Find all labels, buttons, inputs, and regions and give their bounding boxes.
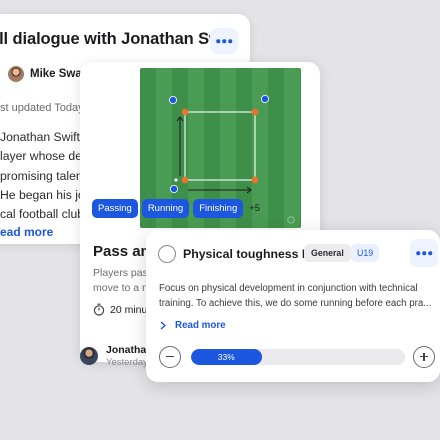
progress-label: 33% xyxy=(217,352,235,362)
more-tags-count[interactable]: +5 xyxy=(249,203,260,214)
cone-marker xyxy=(181,176,189,184)
card-description: Focus on physical development in conjunc… xyxy=(159,282,437,311)
duration-row: 20 minu xyxy=(93,303,147,316)
category-badge: General xyxy=(304,244,351,262)
card-title: all dialogue with Jonathan Swift xyxy=(0,30,238,48)
duration-text: 20 minu xyxy=(110,303,148,316)
player-marker xyxy=(168,95,177,104)
more-options-button[interactable] xyxy=(410,239,438,267)
avatar xyxy=(80,347,98,365)
complete-checkbox[interactable] xyxy=(158,245,176,263)
more-options-button[interactable] xyxy=(210,28,238,54)
cone-marker xyxy=(251,108,259,116)
stopwatch-icon xyxy=(93,303,105,316)
card-title: Physical toughness II xyxy=(183,247,309,261)
ball-marker xyxy=(174,178,178,182)
player-marker xyxy=(169,185,178,194)
tag-chip[interactable]: Running xyxy=(141,199,190,218)
tag-list: Passing Running Finishing +5 xyxy=(92,199,260,218)
cone-marker xyxy=(251,176,259,184)
desc-line: training. To achieve this, we do some ru… xyxy=(159,297,432,309)
tag-chip[interactable]: Passing xyxy=(92,199,138,218)
player-marker xyxy=(261,94,270,103)
progress-bar[interactable]: 33% xyxy=(191,349,405,365)
decrease-progress-button[interactable] xyxy=(159,346,181,368)
more-horizontal-icon xyxy=(416,251,432,255)
watermark-icon xyxy=(287,216,295,224)
last-updated-text: st updated Today xyxy=(0,102,84,114)
cone-marker xyxy=(181,108,189,116)
chevron-right-icon xyxy=(160,321,166,330)
increase-progress-button[interactable] xyxy=(413,346,435,368)
read-more-label: Read more xyxy=(175,320,226,331)
read-more-link[interactable]: ead more xyxy=(0,225,53,239)
canvas: all dialogue with Jonathan Swift Mike Sw… xyxy=(0,0,440,440)
read-more-link[interactable]: Read more xyxy=(160,320,226,331)
age-group-badge: U19 xyxy=(351,244,380,262)
exercise-card-physical-toughness[interactable]: Physical toughness II General U19 Focus … xyxy=(146,230,440,382)
more-horizontal-icon xyxy=(216,39,232,43)
avatar xyxy=(8,66,24,82)
drill-square xyxy=(184,111,256,181)
desc-line: Focus on physical development in conjunc… xyxy=(159,283,418,294)
tag-chip[interactable]: Finishing xyxy=(193,199,244,218)
